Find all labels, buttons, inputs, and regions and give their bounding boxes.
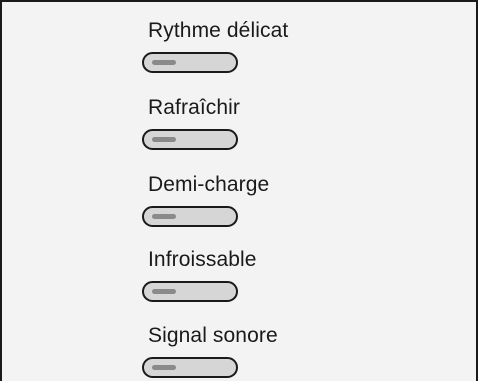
- options-panel: Rythme délicat Rafraîchir Demi-charge In…: [0, 0, 478, 381]
- option-rythme-delicat: Rythme délicat: [142, 19, 289, 73]
- option-label: Demi-charge: [148, 173, 270, 196]
- indicator-light-icon: [152, 137, 176, 142]
- indicator-light-icon: [152, 214, 176, 219]
- option-label: Rythme délicat: [148, 19, 289, 42]
- option-infroissable: Infroissable: [142, 248, 257, 302]
- option-rafraichir: Rafraîchir: [142, 96, 241, 150]
- indicator-light-icon: [152, 289, 176, 294]
- option-signal-sonore: Signal sonore: [142, 324, 278, 378]
- option-demi-charge: Demi-charge: [142, 173, 270, 227]
- demi-charge-button[interactable]: [142, 206, 238, 227]
- indicator-light-icon: [152, 60, 176, 65]
- rafraichir-button[interactable]: [142, 129, 238, 150]
- signal-sonore-button[interactable]: [142, 357, 238, 378]
- option-label: Signal sonore: [148, 324, 278, 347]
- rythme-delicat-button[interactable]: [142, 52, 238, 73]
- infroissable-button[interactable]: [142, 281, 238, 302]
- option-label: Infroissable: [148, 248, 257, 271]
- indicator-light-icon: [152, 365, 176, 370]
- option-label: Rafraîchir: [148, 96, 241, 119]
